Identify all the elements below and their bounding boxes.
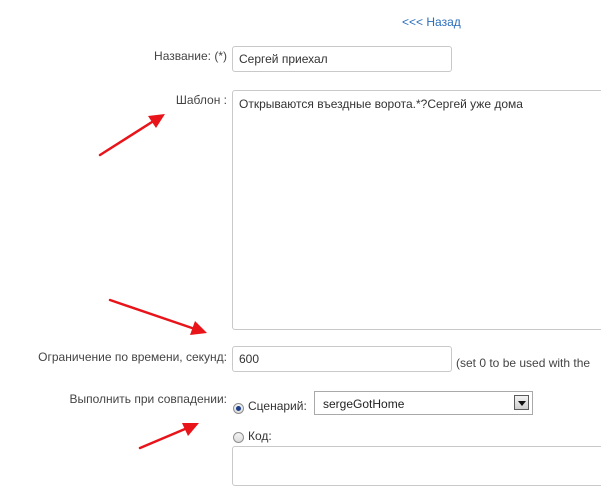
timeout-hint: (set 0 to be used with the bbox=[456, 356, 591, 370]
name-label: Название: (*) bbox=[154, 49, 227, 63]
back-link[interactable]: <<< Назад bbox=[402, 15, 461, 29]
name-input[interactable] bbox=[232, 46, 452, 72]
code-radio-label[interactable]: Код: bbox=[248, 429, 272, 443]
chevron-down-icon[interactable] bbox=[514, 395, 529, 410]
scenario-radio[interactable] bbox=[233, 403, 244, 414]
template-textarea[interactable]: Открываются въездные ворота.*?Сергей уже… bbox=[232, 90, 601, 330]
execute-label: Выполнить при совпадении: bbox=[69, 392, 227, 406]
scenario-radio-label[interactable]: Сценарий: bbox=[248, 399, 307, 413]
red-arrow-icon bbox=[138, 423, 199, 450]
template-label: Шаблон : bbox=[175, 93, 227, 107]
red-arrow-icon bbox=[108, 298, 207, 335]
code-textarea[interactable] bbox=[232, 446, 601, 486]
scenario-select[interactable]: sergeGotHome bbox=[314, 391, 533, 415]
scenario-select-value: sergeGotHome bbox=[323, 397, 405, 411]
timeout-label: Ограничение по времени, секунд: bbox=[38, 350, 227, 364]
red-arrow-icon bbox=[98, 114, 165, 157]
code-radio[interactable] bbox=[233, 432, 244, 443]
timeout-input[interactable] bbox=[232, 346, 452, 372]
